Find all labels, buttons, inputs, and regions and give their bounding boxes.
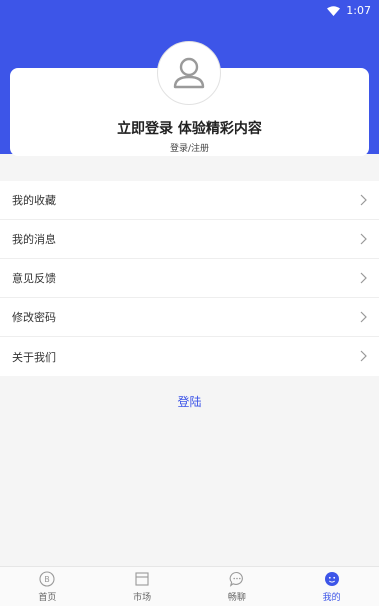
- chevron-right-icon: [360, 311, 367, 323]
- menu-item-about[interactable]: 关于我们: [0, 337, 379, 376]
- menu-item-messages[interactable]: 我的消息: [0, 220, 379, 259]
- svg-text:B: B: [45, 575, 51, 584]
- menu-item-label: 我的收藏: [12, 194, 56, 207]
- chevron-right-icon: [360, 233, 367, 245]
- menu-item-label: 修改密码: [12, 311, 56, 324]
- tab-label: 市场: [133, 593, 152, 603]
- wifi-icon: [327, 5, 341, 16]
- avatar[interactable]: [157, 41, 221, 105]
- tab-mine[interactable]: 我的: [284, 567, 379, 606]
- bottom-tab-bar: B 首页 市场 畅聊 我的: [0, 566, 379, 606]
- status-time: 1:07: [346, 4, 371, 17]
- chevron-right-icon: [360, 194, 367, 206]
- menu-item-change-password[interactable]: 修改密码: [0, 298, 379, 337]
- face-icon: [324, 572, 339, 586]
- tab-chat[interactable]: 畅聊: [190, 567, 285, 606]
- status-bar: 1:07: [0, 0, 379, 24]
- user-icon: [173, 57, 205, 89]
- tab-label: 畅聊: [227, 593, 246, 603]
- menu-item-favorites[interactable]: 我的收藏: [0, 181, 379, 220]
- menu-item-label: 我的消息: [12, 233, 56, 246]
- status-right: 1:07: [327, 4, 371, 17]
- chat-icon: [229, 571, 243, 587]
- menu-item-label: 关于我们: [12, 350, 56, 364]
- login-button[interactable]: 登陆: [0, 393, 379, 410]
- menu-item-feedback[interactable]: 意见反馈: [0, 259, 379, 298]
- box-icon: [135, 572, 149, 586]
- login-register-link[interactable]: 登录/注册: [0, 141, 379, 154]
- settings-menu: 我的收藏 我的消息 意见反馈 修改密码 关于我们: [0, 181, 379, 376]
- chevron-right-icon: [360, 272, 367, 284]
- tab-label: 我的: [322, 593, 341, 603]
- tab-label: 首页: [38, 593, 57, 603]
- coin-icon: B: [39, 571, 55, 587]
- menu-item-label: 意见反馈: [12, 272, 56, 285]
- login-prompt-title[interactable]: 立即登录 体验精彩内容: [0, 118, 379, 138]
- chevron-right-icon: [360, 350, 367, 362]
- tab-home[interactable]: B 首页: [0, 567, 95, 606]
- tab-market[interactable]: 市场: [95, 567, 190, 606]
